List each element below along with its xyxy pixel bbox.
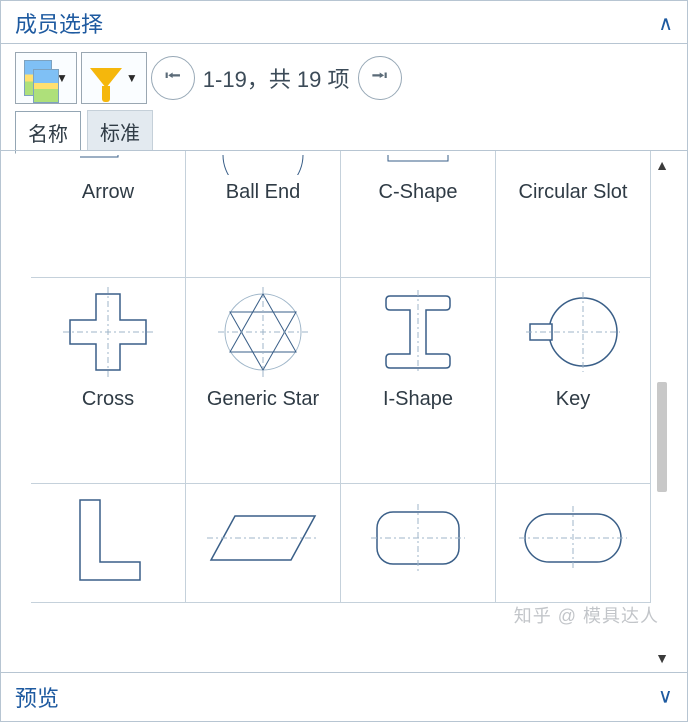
- toolbar: ▼ ▼ ⭰ 1-19，共 19 项 ⭲: [1, 44, 687, 112]
- panel-header: 成员选择 ∧: [1, 1, 687, 44]
- shape-cell-i-shape[interactable]: I-Shape: [340, 277, 496, 485]
- shape-cell-parallelogram[interactable]: [185, 483, 341, 603]
- l-shape-icon: [35, 488, 181, 588]
- preview-title: 预览: [15, 681, 59, 713]
- arrow-icon: [35, 155, 181, 175]
- shape-label: Generic Star: [207, 388, 319, 411]
- shape-label: I-Shape: [383, 388, 453, 411]
- ball-end-icon: [190, 155, 336, 175]
- scrollbar[interactable]: ▲ ▼: [651, 151, 673, 672]
- shape-label: Cross: [82, 388, 134, 411]
- first-page-icon: ⭰: [164, 59, 181, 97]
- c-shape-icon: [345, 155, 491, 175]
- obround-icon: [500, 488, 646, 588]
- page-first-button[interactable]: ⭰: [151, 56, 195, 100]
- view-mode-dropdown[interactable]: ▼: [15, 52, 77, 104]
- shape-cell-l-shape[interactable]: [31, 483, 186, 603]
- scroll-up-icon[interactable]: ▲: [655, 157, 669, 173]
- parallelogram-icon: [190, 488, 336, 588]
- panel-title: 成员选择: [15, 7, 103, 39]
- shape-label: Arrow: [82, 181, 134, 204]
- tab-name[interactable]: 名称: [15, 111, 81, 154]
- shape-cell-circular-slot[interactable]: Circular Slot: [495, 151, 651, 278]
- key-icon: [500, 282, 646, 382]
- cross-icon: [35, 282, 181, 382]
- rounded-rectangle-icon: [345, 488, 491, 588]
- shape-cell-obround[interactable]: [495, 483, 651, 603]
- funnel-icon: [90, 68, 122, 88]
- pager-text: 1-19，共 19 项: [203, 62, 350, 94]
- scroll-down-icon[interactable]: ▼: [655, 650, 669, 666]
- filter-dropdown[interactable]: ▼: [81, 52, 147, 104]
- member-selection-panel: 成员选择 ∧ ▼ ▼ ⭰ 1-19，共 19 项 ⭲ 名称 标准: [0, 0, 688, 722]
- shape-label: C-Shape: [379, 181, 458, 204]
- shape-cell-c-shape[interactable]: C-Shape: [340, 151, 496, 278]
- shape-cell-rounded-rect[interactable]: [340, 483, 496, 603]
- expand-icon[interactable]: ∧: [658, 685, 673, 710]
- circular-slot-icon: [500, 155, 646, 175]
- shape-grid: Arrow Ball End C-Shape Circular Slo: [31, 151, 651, 672]
- generic-star-icon: [190, 282, 336, 382]
- page-last-button[interactable]: ⭲: [358, 56, 402, 100]
- shape-label: Key: [556, 388, 590, 411]
- scroll-thumb[interactable]: [657, 382, 667, 492]
- shape-label: Ball End: [226, 181, 301, 204]
- last-page-icon: ⭲: [371, 59, 388, 97]
- shape-label: Circular Slot: [519, 181, 628, 204]
- grid-scroll-area: Arrow Ball End C-Shape Circular Slo: [31, 151, 673, 672]
- grid-wrapper: Arrow Ball End C-Shape Circular Slo: [1, 150, 687, 673]
- shape-cell-cross[interactable]: Cross: [31, 277, 186, 485]
- tabs-row: 名称 标准: [1, 112, 687, 150]
- shape-cell-arrow[interactable]: Arrow: [31, 151, 186, 278]
- collapse-icon[interactable]: ∧: [658, 11, 673, 36]
- i-shape-icon: [345, 282, 491, 382]
- thumbnail-view-icon: [24, 60, 52, 96]
- shape-cell-generic-star[interactable]: Generic Star: [185, 277, 341, 485]
- shape-cell-key[interactable]: Key: [495, 277, 651, 485]
- preview-header: 预览 ∧: [1, 673, 687, 721]
- shape-cell-ball-end[interactable]: Ball End: [185, 151, 341, 278]
- tab-standard[interactable]: 标准: [87, 110, 153, 152]
- chevron-down-icon: ▼: [126, 71, 138, 85]
